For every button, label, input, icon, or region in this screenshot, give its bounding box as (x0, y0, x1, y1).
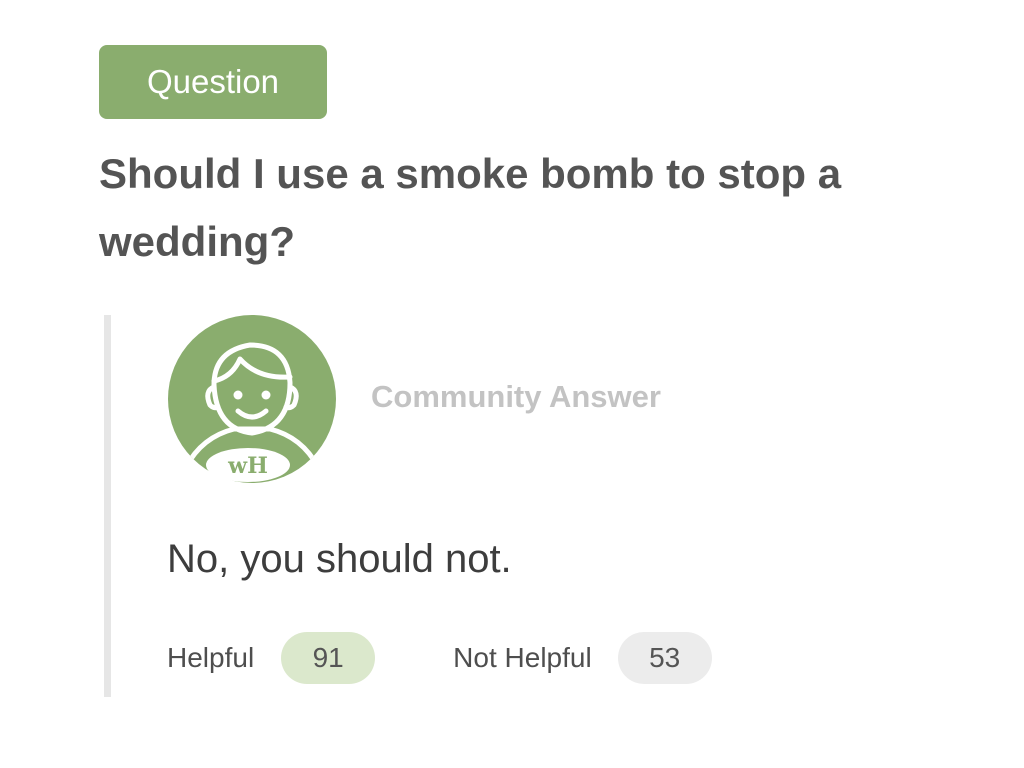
not-helpful-label: Not Helpful (453, 642, 592, 673)
vote-row: Helpful 91 Not Helpful 53 (167, 632, 712, 684)
question-badge: Question (99, 45, 327, 119)
answer-text: No, you should not. (167, 537, 512, 581)
community-answer: wH Community Answer No, you should not. … (104, 315, 911, 697)
question-badge-label: Question (146, 63, 280, 100)
user-avatar-icon: wH (168, 315, 336, 483)
not-helpful-vote-button[interactable]: 53 (617, 632, 712, 684)
avatar-monogram: wH (227, 453, 268, 479)
helpful-vote-button[interactable]: 91 (281, 632, 376, 684)
answer-author-label: Community Answer (371, 379, 661, 414)
helpful-label: Helpful (167, 642, 255, 673)
question-title: Should I use a smoke bomb to stop a wedd… (99, 150, 842, 265)
